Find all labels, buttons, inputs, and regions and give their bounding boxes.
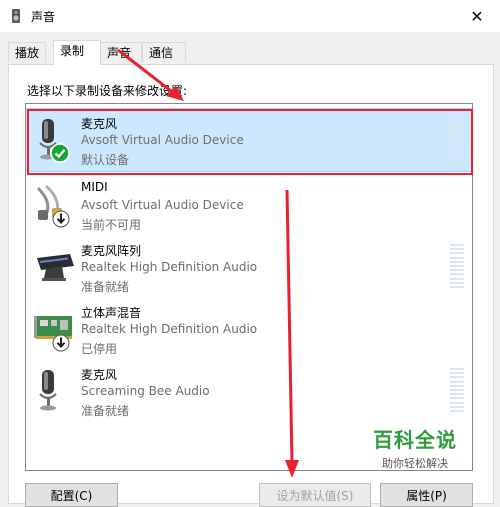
device-description: Avsoft Virtual Audio Device [81,133,244,147]
title-bar: 声音 ✕ [0,0,500,32]
unavailable-arrow-icon [52,210,70,228]
watermark: 百科全说 助你轻松解决 [367,424,463,471]
disabled-arrow-icon [52,334,70,352]
device-status: 准备就绪 [81,280,130,294]
window-title: 声音 [31,10,56,24]
set-default-button[interactable]: 设为默认值(S) [259,483,371,507]
watermark-title: 百科全说 [373,428,457,452]
device-status: 已停用 [81,342,118,356]
device-item-stereo-mix[interactable]: 立体声混音 Realtek High Definition Audio 已停用 [26,298,472,360]
device-item-midi[interactable]: MIDI Avsoft Virtual Audio Device 当前不可用 [26,174,472,236]
level-meter [450,117,464,161]
instruction-text: 选择以下录制设备来修改设置: [27,84,188,98]
speaker-icon [12,9,20,23]
device-item-microphone-screaming-bee[interactable]: 麦克风 Screaming Bee Audio 准备就绪 [26,360,472,422]
device-item-mic-array[interactable]: 麦克风阵列 Realtek High Definition Audio 准备就绪 [26,236,472,298]
tab-sounds[interactable]: 声音 [100,42,142,62]
watermark-subtitle: 助你轻松解决 [382,457,448,470]
device-name: 立体声混音 [81,306,142,320]
device-name: 麦克风 [81,117,118,131]
device-description: Screaming Bee Audio [81,384,210,398]
device-description: Realtek High Definition Audio [81,260,258,274]
close-button[interactable]: ✕ [454,0,500,32]
level-meter [450,244,464,288]
device-list[interactable]: 麦克风 Avsoft Virtual Audio Device 默认设备 MID… [25,103,473,471]
tab-communications[interactable]: 通信 [142,42,186,62]
properties-button[interactable]: 属性(P) [380,483,473,507]
tab-playback[interactable]: 播放 [8,42,46,62]
close-icon: ✕ [470,6,484,26]
device-description: Realtek High Definition Audio [81,322,258,336]
mic-array-icon [37,254,74,281]
device-status: 默认设备 [81,153,130,167]
level-meter [450,368,464,412]
device-description: Avsoft Virtual Audio Device [81,198,244,212]
microphone-icon [39,370,57,411]
device-name: 麦克风阵列 [81,244,142,258]
device-name: 麦克风 [81,368,118,382]
device-status: 当前不可用 [81,218,142,232]
device-status: 准备就绪 [81,404,130,418]
device-name: MIDI [81,180,108,194]
device-item-microphone-avsoft[interactable]: 麦克风 Avsoft Virtual Audio Device 默认设备 [26,108,472,172]
default-check-icon [50,143,70,163]
tab-recording[interactable]: 录制 [53,40,101,65]
configure-button[interactable]: 配置(C) [25,483,118,507]
